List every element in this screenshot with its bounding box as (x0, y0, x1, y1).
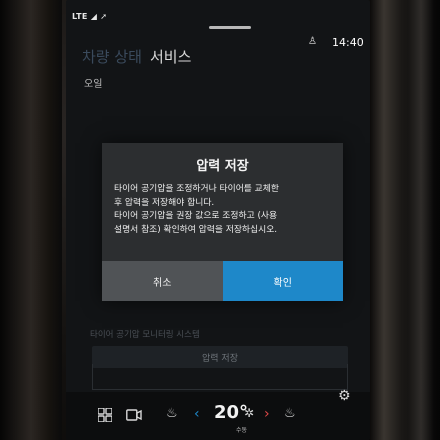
left-panel (0, 0, 62, 440)
temperature-value[interactable]: 20° (214, 402, 248, 423)
dialog-line: 타이어 공기압을 권장 값으로 조정하고 (사용 (114, 211, 278, 221)
fan-icon[interactable]: ✲ (244, 406, 254, 420)
tab-vehicle-status[interactable]: 차량 상태 (82, 46, 142, 67)
clock: 14:40 (332, 36, 364, 49)
user-profile-icon[interactable]: ♙ (308, 36, 317, 47)
network-label: LTE (72, 12, 88, 21)
pull-down-handle[interactable] (209, 26, 251, 29)
seat-heat-right-icon[interactable]: ♨ (284, 406, 296, 421)
cancel-button[interactable]: 취소 (102, 261, 223, 301)
tpms-label: 타이어 공기압 모니터링 시스템 (90, 330, 200, 340)
tab-service[interactable]: 서비스 (150, 46, 191, 67)
app-grid-icon[interactable] (98, 408, 112, 422)
camera-icon[interactable] (126, 408, 142, 422)
temp-up-chevron-icon[interactable]: › (264, 406, 270, 422)
dialog-buttons: 취소 확인 (102, 261, 343, 301)
seat-heat-left-icon[interactable]: ♨ (166, 406, 178, 421)
dialog-line: 설명서 참조) 확인하여 압력을 저장하십시오. (114, 224, 278, 235)
bg-list-item (92, 364, 348, 390)
temp-down-chevron-icon[interactable]: ‹ (194, 406, 200, 422)
network-status: LTE ◢ ➚ (72, 12, 107, 21)
save-pressure-dialog: 압력 저장 타이어 공기압을 조정하거나 타이어를 교체한 후 압력을 저장해야… (102, 143, 343, 301)
oil-label: 오일 (84, 79, 103, 90)
glare (408, 0, 434, 440)
dialog-title: 압력 저장 (196, 159, 249, 174)
infotainment-screen: LTE ◢ ➚ ♙ 14:40 차량 상태 서비스 오일 타이어 공기압 모니터… (66, 0, 370, 440)
signal-icon: ◢ (90, 12, 98, 21)
dialog-message: 타이어 공기압을 조정하거나 타이어를 교체한 후 압력을 저장해야 합니다. … (114, 183, 334, 237)
climate-bar: ♨ ‹ 20° 수동 ✲ › ♨ ⚙ (66, 388, 370, 440)
climate-settings-icon[interactable]: ⚙ (338, 388, 351, 404)
confirm-button[interactable]: 확인 (222, 261, 343, 301)
dialog-line: 후 압력을 저장해야 합니다. (114, 197, 215, 208)
status-bar: LTE ◢ ➚ (66, 6, 370, 28)
arrow-icon: ➚ (100, 12, 108, 21)
dialog-line: 타이어 공기압을 조정하거나 타이어를 교체한 (114, 184, 279, 194)
temperature-mode: 수동 (236, 427, 248, 434)
tab-bar: 차량 상태 서비스 (82, 46, 191, 67)
